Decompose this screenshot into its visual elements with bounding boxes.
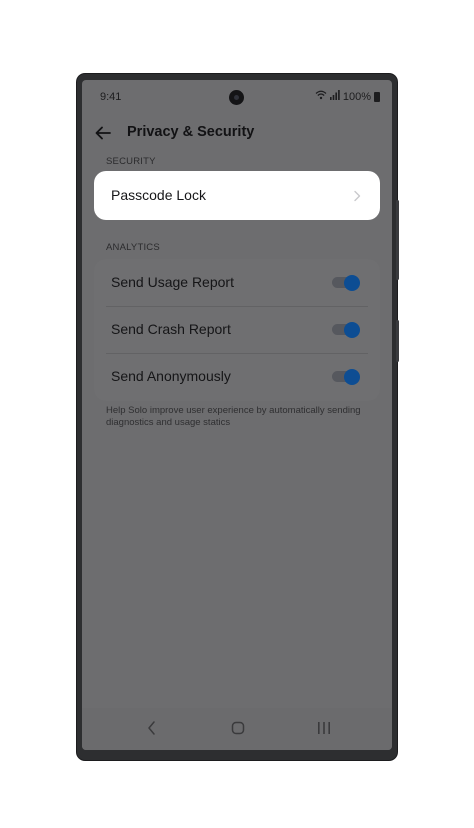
send-crash-report-toggle[interactable] xyxy=(332,321,360,338)
nav-back-icon[interactable] xyxy=(142,718,162,738)
analytics-section-label: ANALYTICS xyxy=(106,242,160,253)
battery-icon xyxy=(374,91,380,102)
system-nav-bar xyxy=(82,708,392,750)
send-crash-report-row[interactable]: Send Crash Report xyxy=(94,306,380,353)
status-bar: 9:41 100% xyxy=(82,80,392,116)
front-camera xyxy=(229,90,244,105)
app-header: Privacy & Security xyxy=(82,116,392,156)
passcode-lock-item[interactable]: Passcode Lock xyxy=(94,171,380,220)
send-usage-report-label: Send Usage Report xyxy=(111,274,234,290)
send-anonymously-label: Send Anonymously xyxy=(111,368,231,384)
status-icons: 100% xyxy=(315,90,380,103)
battery-text: 100% xyxy=(342,90,371,103)
chevron-right-icon xyxy=(352,189,362,202)
toggle-thumb xyxy=(344,368,360,385)
back-button[interactable] xyxy=(92,122,114,144)
nav-recents-icon[interactable] xyxy=(314,718,334,738)
power-button xyxy=(396,320,399,362)
toggle-thumb xyxy=(344,321,360,338)
signal-icon xyxy=(329,90,340,103)
send-crash-report-label: Send Crash Report xyxy=(111,321,231,337)
page-title: Privacy & Security xyxy=(127,124,255,140)
toggle-thumb xyxy=(344,274,360,291)
analytics-footer-note: Help Solo improve user experience by aut… xyxy=(106,405,361,428)
wifi-icon xyxy=(315,90,327,103)
screen: 9:41 100% Privacy & Security SECURITY Pa… xyxy=(82,80,392,750)
analytics-group: Send Usage Report Send Crash Report Send… xyxy=(94,259,380,401)
status-time: 9:41 xyxy=(100,91,122,103)
arrow-left-icon xyxy=(95,126,111,140)
send-usage-report-row[interactable]: Send Usage Report xyxy=(94,259,380,306)
security-section-label: SECURITY xyxy=(106,156,156,167)
passcode-lock-label: Passcode Lock xyxy=(111,187,206,203)
send-usage-report-toggle[interactable] xyxy=(332,274,360,291)
volume-button xyxy=(396,200,399,280)
send-anonymously-row[interactable]: Send Anonymously xyxy=(94,353,380,400)
send-anonymously-toggle[interactable] xyxy=(332,368,360,385)
nav-home-icon[interactable] xyxy=(228,718,248,738)
